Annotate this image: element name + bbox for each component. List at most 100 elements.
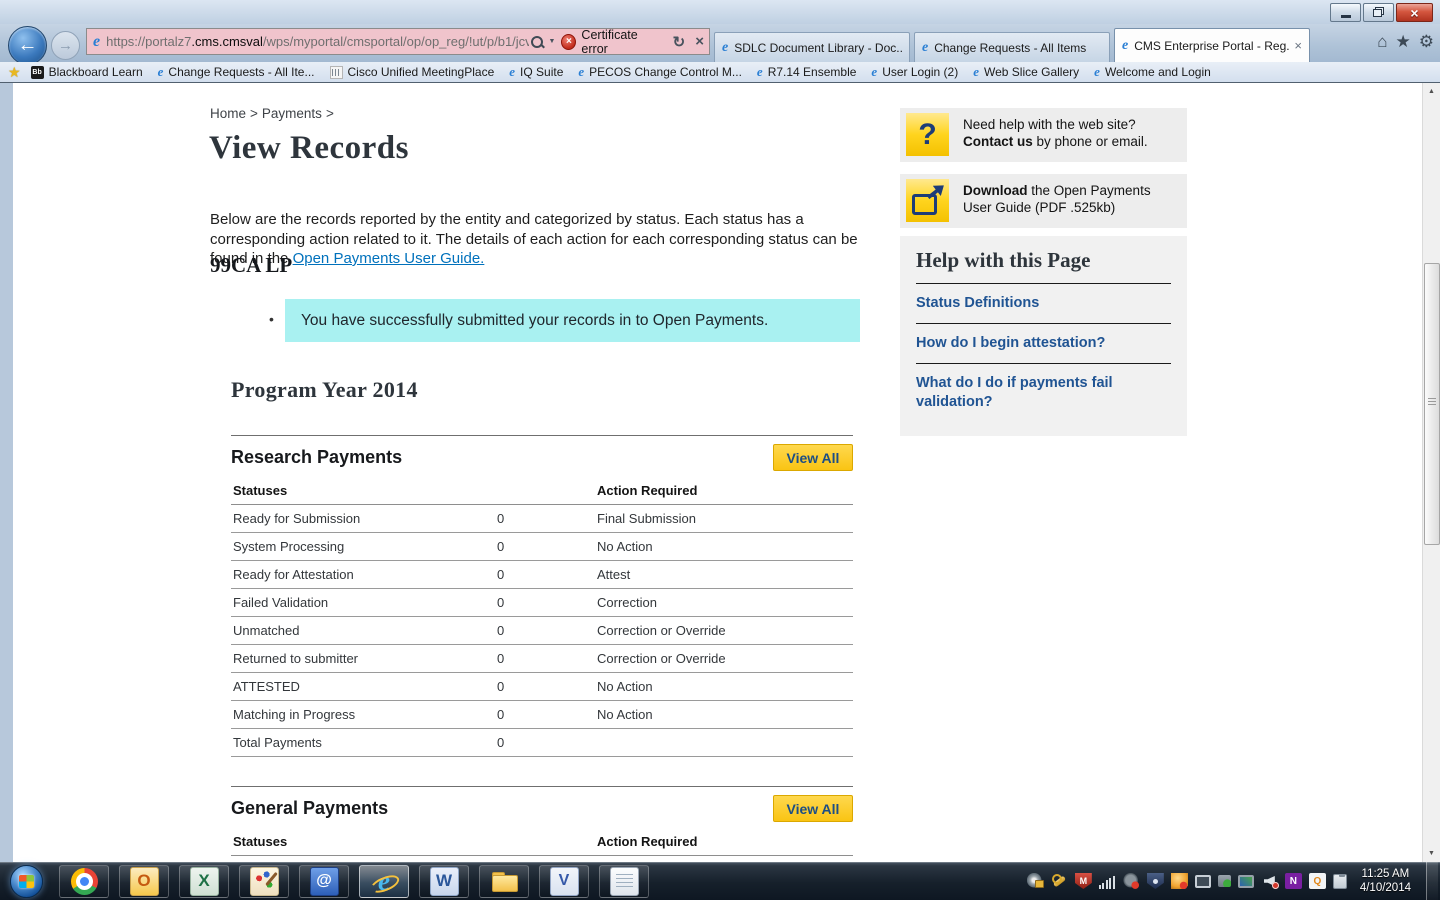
bookmark-item[interactable]: eWeb Slice Gallery (973, 64, 1079, 80)
url-path: /wps/myportal/cmsportal/op/op_reg/!ut/p/… (263, 34, 530, 49)
help-page-link[interactable]: What do I do if payments fail validation… (916, 364, 1171, 422)
home-icon[interactable]: ⌂ (1377, 32, 1387, 52)
back-button[interactable] (8, 26, 47, 65)
vertical-scrollbar[interactable]: ▲ ▼ (1422, 83, 1440, 862)
tray-mcafee-icon[interactable]: M (1075, 873, 1092, 889)
refresh-icon[interactable]: ↻ (673, 33, 686, 51)
status-cell: Total Payments (233, 735, 497, 750)
breadcrumb-link[interactable]: Home (210, 106, 246, 121)
browser-tab[interactable]: eSDLC Document Library - Doc... (714, 32, 910, 62)
taskbar-app-chrome[interactable] (59, 865, 109, 898)
taskbar-app-word[interactable]: W (419, 865, 469, 898)
certificate-error-badge[interactable]: Certificate error (561, 28, 661, 55)
bookmark-item[interactable]: eChange Requests - All Ite... (158, 64, 315, 80)
tray-volume-muted-icon[interactable] (1261, 873, 1278, 889)
show-desktop-button[interactable] (1426, 862, 1438, 900)
breadcrumb-link[interactable]: Payments (262, 106, 322, 121)
success-message-box: You have successfully submitted your rec… (285, 299, 860, 342)
forward-button[interactable] (51, 31, 80, 60)
download-guide-box: Download the Open Payments User Guide (P… (900, 174, 1187, 228)
chevron-down-icon[interactable]: ▼ (548, 38, 555, 45)
view-all-button[interactable]: View All (773, 795, 853, 822)
tray-media-lock-icon[interactable] (1027, 873, 1044, 889)
address-bar[interactable]: e https://portalz7.cms.cmsval/wps/myport… (86, 28, 710, 55)
tray-usb-ok-icon[interactable] (1218, 875, 1231, 887)
tray-clipboard-icon[interactable] (1333, 874, 1347, 889)
start-button[interactable] (10, 865, 43, 898)
bookmark-item[interactable]: e R7.14 Ensemble (757, 64, 857, 80)
browser-navigation-bar: e https://portalz7.cms.cmsval/wps/myport… (0, 24, 1440, 62)
table-row: Ready for Submission0Final Submission (231, 505, 853, 533)
scroll-up-arrow-icon[interactable]: ▲ (1423, 83, 1440, 100)
url-text[interactable]: https://portalz7.cms.cmsval/wps/myportal… (106, 34, 529, 49)
table-header-row: StatusesAction Required (231, 480, 853, 505)
gear-icon[interactable]: ⚙ (1419, 32, 1434, 52)
tab-close-icon[interactable]: × (1294, 38, 1302, 53)
favorites-star-icon[interactable]: ★ (1396, 32, 1411, 52)
contact-help-box: ? Need help with the web site? Contact u… (900, 108, 1187, 162)
tray-display-share-icon[interactable] (1238, 875, 1254, 888)
action-cell: Attest (597, 567, 851, 582)
search-icon[interactable] (529, 34, 544, 50)
download-guide-text: Download the Open Payments User Guide (P… (963, 179, 1181, 223)
help-page-link[interactable]: How do I begin attestation? (916, 324, 1171, 364)
contact-help-text: Need help with the web site? Contact us … (963, 113, 1181, 157)
taskbar: OX @ eW V M NQ 11:25 AM 4/10/2014 (0, 862, 1440, 900)
bookmark-item[interactable]: eIQ Suite (509, 64, 563, 80)
status-cell: ATTESTED (233, 679, 497, 694)
tray-signal-icon[interactable] (1099, 873, 1116, 889)
tray-key-icon[interactable] (1051, 873, 1068, 889)
tray-quest-icon[interactable]: Q (1309, 873, 1326, 889)
favorites-bar: ★ BbBlackboard Learn eChange Requests - A… (0, 62, 1440, 83)
tray-user-shield-icon[interactable] (1147, 873, 1164, 889)
bookmark-item[interactable]: BbBlackboard Learn (31, 65, 143, 79)
scroll-down-arrow-icon[interactable]: ▼ (1423, 845, 1440, 862)
section-title: General Payments (231, 798, 388, 819)
bookmark-item[interactable]: eWelcome and Login (1094, 64, 1211, 80)
close-button[interactable] (1396, 3, 1433, 22)
taskbar-app-excel[interactable]: X (179, 865, 229, 898)
taskbar-app-visio[interactable]: V (539, 865, 589, 898)
tray-warning-orb-icon[interactable] (1171, 873, 1188, 889)
taskbar-app-paint[interactable] (239, 865, 289, 898)
column-spacer (497, 834, 597, 849)
ie-favicon: e (757, 64, 763, 80)
help-page-link[interactable]: Status Definitions (916, 284, 1171, 324)
contact-text-after: by phone or email. (1033, 134, 1148, 149)
help-link-list: Status DefinitionsHow do I begin attesta… (916, 284, 1171, 422)
add-favorite-star-icon[interactable]: ★ (8, 64, 21, 81)
contact-us-link[interactable]: Contact us (963, 134, 1033, 149)
view-all-button[interactable]: View All (773, 444, 853, 471)
bookmark-label: PECOS Change Control M... (589, 65, 742, 79)
taskbar-app-notepad[interactable] (599, 865, 649, 898)
bookmark-item[interactable]: ePECOS Change Control M... (578, 64, 742, 80)
window-controls (1328, 3, 1433, 22)
chrome-icon (71, 868, 98, 895)
tab-label: SDLC Document Library - Doc... (734, 41, 902, 55)
browser-tab[interactable]: eChange Requests - All Items (914, 32, 1110, 62)
browser-tab[interactable]: eCMS Enterprise Portal - Reg...× (1114, 28, 1310, 62)
restore-button[interactable] (1363, 3, 1394, 22)
bookmark-item[interactable]: eUser Login (2) (871, 64, 958, 80)
ie-icon: e (371, 868, 398, 895)
count-cell: 0 (497, 567, 597, 582)
taskbar-app-outlook[interactable]: O (119, 865, 169, 898)
stop-icon[interactable]: × (695, 33, 704, 50)
tray-onenote-icon[interactable]: N (1285, 873, 1302, 889)
cisco-favicon (330, 66, 343, 79)
taskbar-clock[interactable]: 11:25 AM 4/10/2014 (1360, 867, 1411, 895)
entity-name: 99CA LP (210, 253, 292, 278)
taskbar-app-explorer[interactable] (479, 865, 529, 898)
taskbar-app-ie[interactable]: e (359, 865, 409, 898)
bookmark-label: Blackboard Learn (49, 65, 143, 79)
bookmark-label: R7.14 Ensemble (768, 65, 857, 79)
bookmark-item[interactable]: Cisco Unified MeetingPlace (330, 65, 495, 79)
taskbar-app-lync[interactable]: @ (299, 865, 349, 898)
scrollbar-thumb[interactable] (1424, 263, 1440, 545)
download-link[interactable]: Download (963, 183, 1028, 198)
minimize-button[interactable] (1330, 3, 1361, 22)
tray-display-icon[interactable] (1195, 875, 1211, 888)
tray-sync-error-icon[interactable] (1123, 873, 1140, 889)
user-guide-link[interactable]: Open Payments User Guide. (293, 250, 485, 267)
status-cell: Unmatched (233, 623, 497, 638)
